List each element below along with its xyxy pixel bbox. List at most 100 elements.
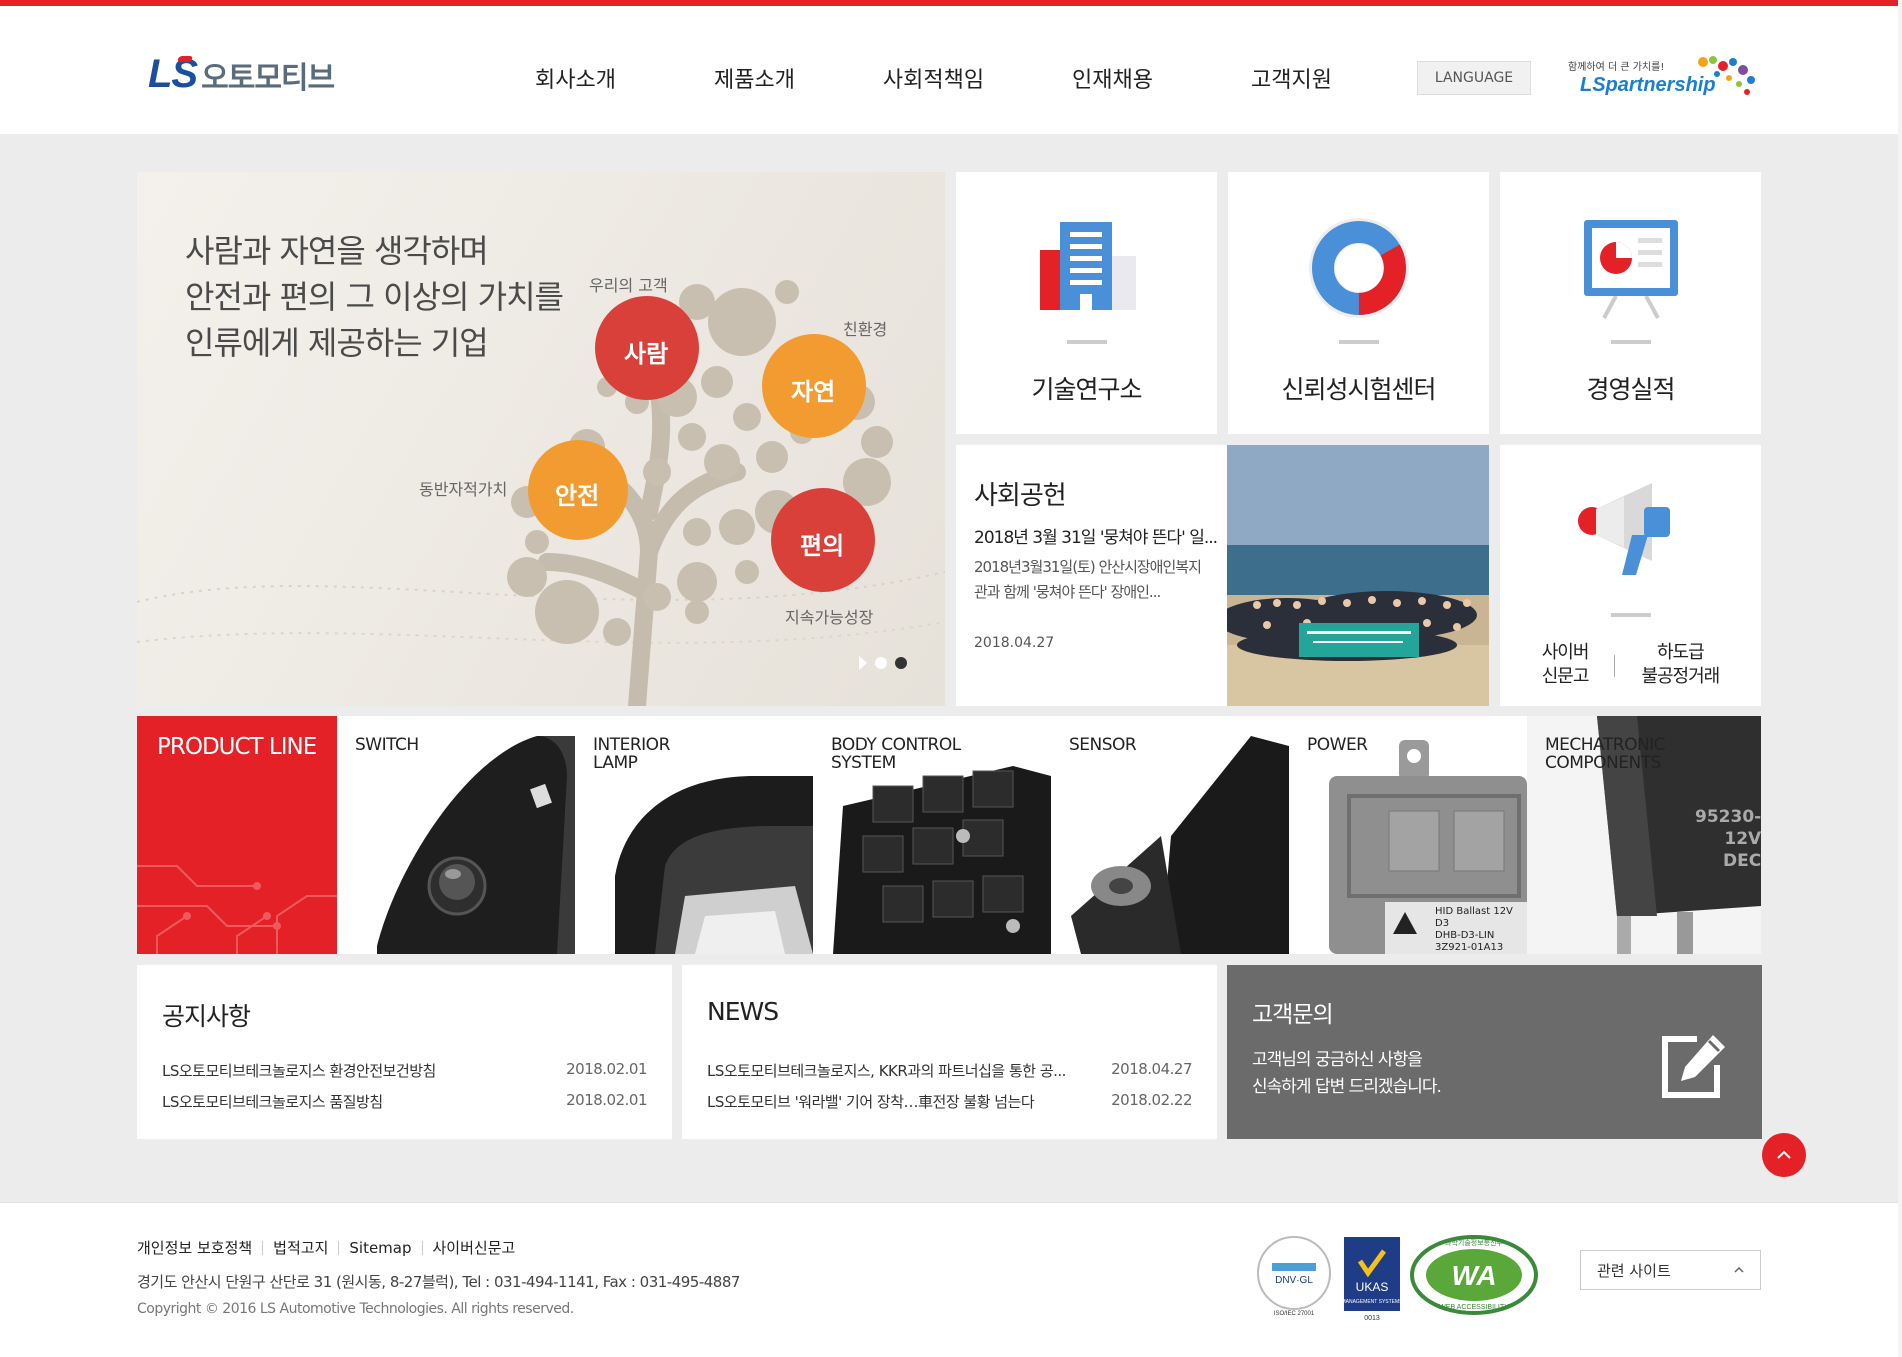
nav-recruit[interactable]: 인재채용: [1023, 62, 1202, 94]
slide-dot-1[interactable]: [875, 657, 887, 669]
social-contribution-card[interactable]: 사회공헌 2018년 3월 31일 '뭉쳐야 뜬다' 일... 2018년3월3…: [956, 445, 1489, 706]
play-icon[interactable]: [859, 656, 867, 670]
notice-board: 공지사항 LS오토모티브테크놀로지스 환경안전보건방침 2018.02.01 LS…: [137, 965, 672, 1139]
beach-photo-image: [1227, 445, 1489, 706]
item-title[interactable]: LS오토모티브 '워라밸' 기어 장착…車전장 불황 넘는다: [707, 1091, 1077, 1122]
footer-link-legal[interactable]: 법적고지: [262, 1241, 338, 1256]
tile-rnd-center[interactable]: 기술연구소: [956, 172, 1217, 434]
nav-products[interactable]: 제품소개: [665, 62, 844, 94]
item-title[interactable]: LS오토모티브테크놀로지스 품질방침: [162, 1091, 532, 1122]
social-group-photo[interactable]: [1227, 445, 1489, 706]
product-interior-lamp[interactable]: INTERIOR LAMP: [575, 716, 813, 954]
tile-reliability-center[interactable]: 신뢰성시험센터: [1228, 172, 1489, 434]
item-title[interactable]: LS오토모티브테크놀로지스 환경안전보건방침: [162, 1060, 532, 1091]
side-label-sustainable: 지속가능성장: [785, 608, 874, 627]
product-line-heading-box: PRODUCT LINE: [137, 716, 337, 954]
footer-link-privacy[interactable]: 개인정보 보호정책: [137, 1241, 262, 1256]
side-label-partner: 동반자적가치: [419, 480, 508, 499]
language-button[interactable]: LANGUAGE: [1417, 61, 1531, 95]
social-body-line-1: 2018년3월31일(토) 안산시장애인복지: [974, 558, 1202, 576]
partnership-slogan: 함께하여 더 큰 가치를!: [1568, 62, 1665, 73]
main-nav: 회사소개 제품소개 사회적책임 인재채용 고객지원: [486, 62, 1381, 94]
hero-line-2: 안전과 편의 그 이상의 가치를: [185, 278, 564, 316]
circle-label-nature: 자연: [791, 378, 836, 406]
slide-dot-2[interactable]: [895, 657, 907, 669]
chevron-up-icon: [1777, 1150, 1791, 1159]
item-date: 2018.02.22: [1111, 1091, 1192, 1109]
tile-business-performance[interactable]: 경영실적: [1500, 172, 1761, 434]
circle-label-people: 사람: [624, 340, 669, 368]
relay-label-line: 12V: [1724, 829, 1761, 849]
list-item[interactable]: LS오토모티브 '워라밸' 기어 장착…車전장 불황 넘는다 2018.02.22: [707, 1091, 1192, 1122]
link-line: 하도급: [1657, 642, 1705, 663]
unfair-subcontract-link[interactable]: 하도급 불공정거래: [1615, 641, 1745, 689]
circle-label-convenience: 편의: [800, 532, 845, 560]
item-date: 2018.02.01: [566, 1060, 647, 1078]
product-sensor[interactable]: SENSOR: [1051, 716, 1289, 954]
page-edge: [1898, 0, 1902, 1357]
product-mechatronic-components[interactable]: 95230- 12V DEC MECHATRONIC COMPONENTS: [1527, 716, 1761, 954]
wa-badge-top-text: 과학기술정보통신부: [1445, 1238, 1504, 1247]
dnv-badge-text: DNV·GL: [1275, 1275, 1313, 1286]
ls-partnership-logo[interactable]: 함께하여 더 큰 가치를! LSpartnership: [1566, 52, 1761, 102]
news-title[interactable]: NEWS: [707, 997, 779, 1026]
tile-label: 경영실적: [1586, 375, 1675, 404]
list-item[interactable]: LS오토모티브테크놀로지스, KKR과의 파트너십을 통한 공... 2018.0…: [707, 1060, 1192, 1091]
footer-link-sitemap[interactable]: Sitemap: [338, 1241, 421, 1256]
ukas-badge-code: 0013: [1364, 1315, 1380, 1321]
side-label-customer: 우리의 고객: [589, 276, 668, 295]
hero-banner[interactable]: 사람과 자연을 생각하며 안전과 편의 그 이상의 가치를 인류에게 제공하는 …: [137, 172, 945, 706]
list-item[interactable]: LS오토모티브테크놀로지스 품질방침 2018.02.01: [162, 1091, 647, 1122]
hero-pager: [859, 656, 907, 670]
hero-headline: 사람과 자연을 생각하며 안전과 편의 그 이상의 가치를 인류에게 제공하는 …: [185, 228, 564, 366]
nav-company[interactable]: 회사소개: [486, 62, 665, 94]
report-tile: 사이버신문고 하도급 불공정거래: [1500, 445, 1761, 706]
related-sites-select[interactable]: 관련 사이트: [1580, 1250, 1761, 1290]
tile-divider: [1338, 340, 1379, 344]
wa-badge-text: WA: [1451, 1260, 1496, 1291]
site-logo[interactable]: LS 오토모티브: [148, 52, 335, 97]
power-label-line: 3Z921-01A13: [1435, 942, 1504, 953]
contact-text-line-1: 고객님의 궁금하신 사항을: [1252, 1050, 1423, 1070]
dnv-gl-badge-icon: DNV·GL ISO/IEC 27001: [1257, 1236, 1331, 1317]
contact-text-line-2: 신속하게 답변 드리겠습니다.: [1252, 1077, 1442, 1097]
report-links: 사이버신문고 하도급 불공정거래: [1500, 641, 1761, 689]
hero-line-3: 인류에게 제공하는 기업: [185, 324, 489, 362]
logo-text: 오토모티브: [201, 60, 335, 96]
contact-title: 고객문의: [1252, 1002, 1334, 1028]
product-switch[interactable]: SWITCH: [337, 716, 575, 954]
relay-label-line: 95230-: [1695, 807, 1761, 827]
social-title: 사회공헌: [974, 481, 1067, 511]
wa-badge-bottom-text: WEB ACCESSIBILITY: [1439, 1304, 1509, 1311]
power-label-line: HID Ballast 12V D3: [1435, 906, 1513, 929]
circle-label-safety: 안전: [555, 482, 600, 510]
power-label-line: DHB-D3-LIN: [1435, 930, 1495, 941]
customer-inquiry-card[interactable]: 고객문의 고객님의 궁금하신 사항을 신속하게 답변 드리겠습니다.: [1227, 965, 1762, 1139]
list-item[interactable]: LS오토모티브테크놀로지스 환경안전보건방침 2018.02.01: [162, 1060, 647, 1091]
link-line: 신문고: [1541, 666, 1590, 687]
power-label: HID Ballast 12V D3 DHB-D3-LIN 3Z921-01A1…: [1435, 906, 1527, 954]
product-power[interactable]: HID Ballast 12V D3 DHB-D3-LIN 3Z921-01A1…: [1289, 716, 1527, 954]
nav-csr[interactable]: 사회적책임: [844, 62, 1023, 94]
item-title[interactable]: LS오토모티브테크놀로지스, KKR과의 파트너십을 통한 공...: [707, 1060, 1077, 1091]
item-date: 2018.04.27: [1111, 1060, 1192, 1078]
footer-link-cyber[interactable]: 사이버신문고: [421, 1241, 526, 1256]
social-headline[interactable]: 2018년 3월 31일 '뭉쳐야 뜬다' 일...: [974, 523, 1219, 548]
social-body-line-2: 관과 함께 '뭉쳐야 뜬다' 장애인...: [974, 583, 1161, 601]
product-name: SENSOR: [1069, 735, 1137, 755]
social-date: 2018.04.27: [974, 635, 1055, 651]
ukas-badge-text: UKAS: [1356, 1280, 1389, 1294]
product-body-control-system[interactable]: BODY CONTROL SYSTEM: [813, 716, 1051, 954]
link-line: 사이버: [1541, 642, 1590, 663]
presentation-board-icon: [1583, 220, 1678, 319]
tile-divider: [1610, 613, 1651, 617]
scroll-to-top-button[interactable]: [1762, 1133, 1806, 1177]
product-line-strip: PRODUCT LINE SWITCH INTERIOR LAMP BODY C…: [137, 716, 1761, 954]
megaphone-icon: [1578, 483, 1670, 575]
web-accessibility-badge-icon: WA 과학기술정보통신부 WEB ACCESSIBILITY: [1410, 1235, 1538, 1315]
news-board: NEWS LS오토모티브테크놀로지스, KKR과의 파트너십을 통한 공... 2…: [682, 965, 1217, 1139]
logo-ls-mark: LS: [148, 52, 198, 96]
cyber-sinmungo-link[interactable]: 사이버신문고: [1516, 641, 1615, 689]
notice-title[interactable]: 공지사항: [162, 997, 251, 1033]
nav-support[interactable]: 고객지원: [1202, 62, 1381, 94]
